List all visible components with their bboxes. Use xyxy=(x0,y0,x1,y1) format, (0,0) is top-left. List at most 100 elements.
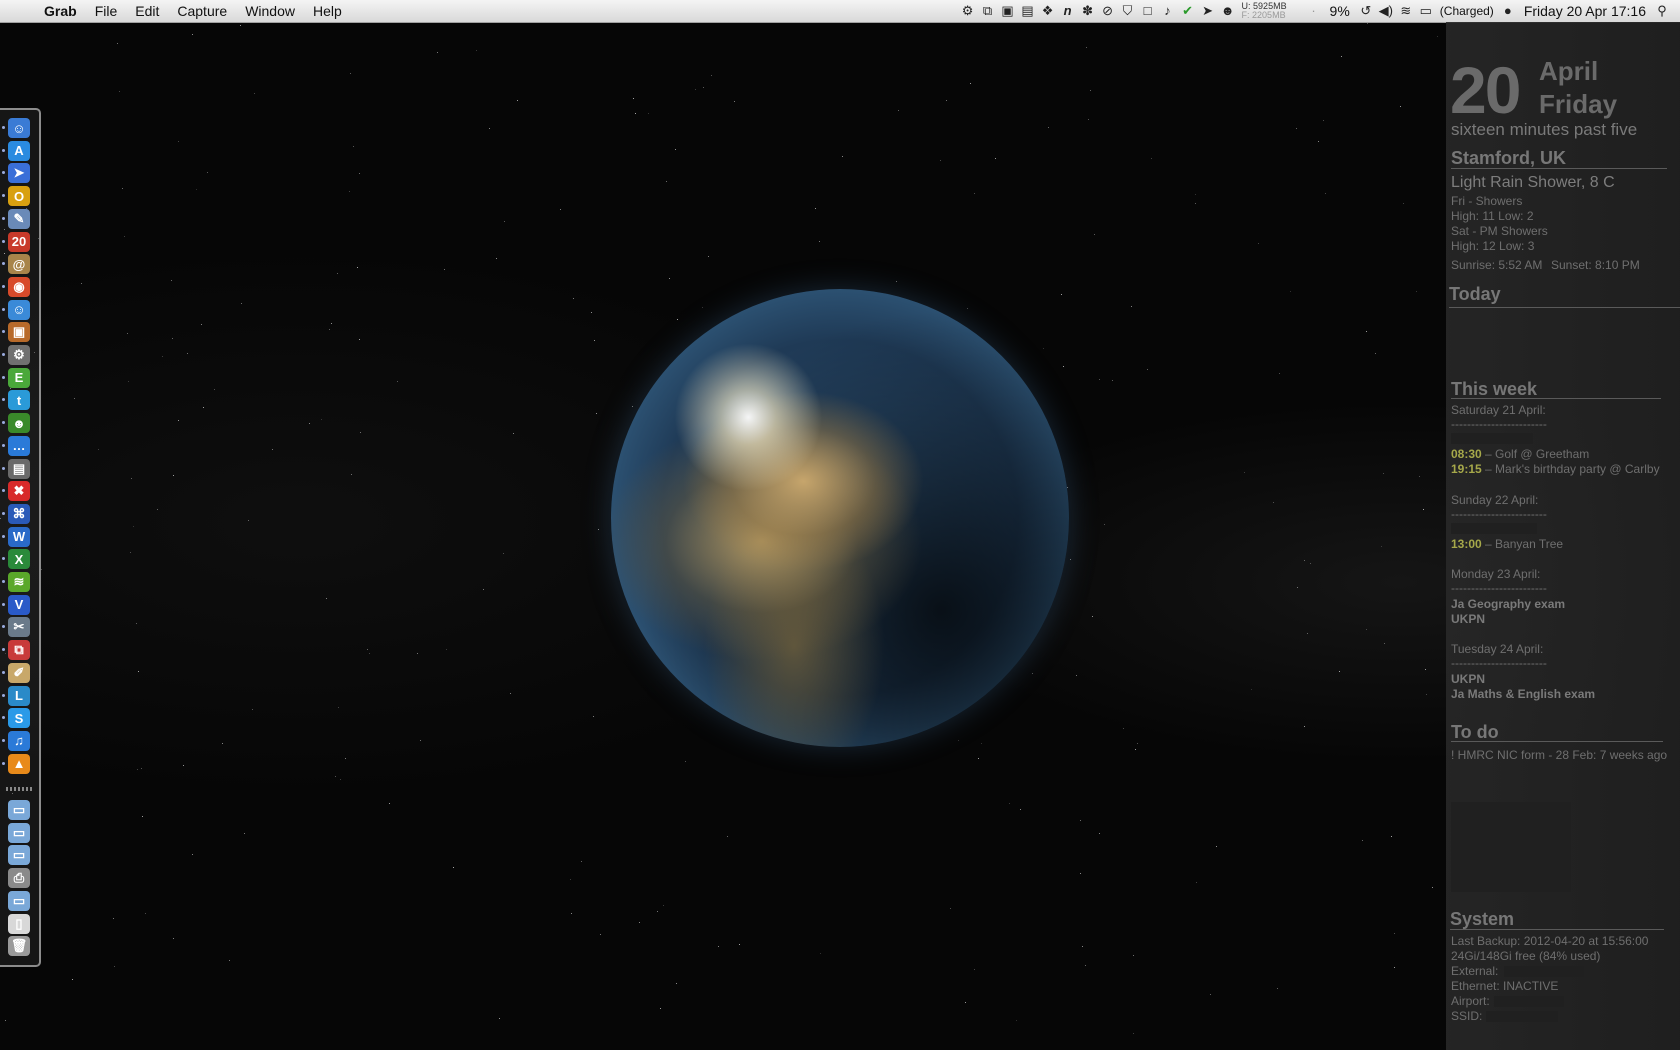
all-day-event: UKPN xyxy=(1451,672,1486,686)
shield-icon[interactable]: ⛉ xyxy=(1118,0,1138,22)
star-dot xyxy=(734,101,735,102)
menu-window[interactable]: Window xyxy=(236,0,304,22)
spotify-icon[interactable]: ≋ xyxy=(8,572,30,592)
word-icon[interactable]: W xyxy=(8,526,30,547)
folder-icon[interactable]: ▭ xyxy=(8,800,30,820)
star-dot xyxy=(1304,726,1305,727)
star-dot xyxy=(1362,840,1363,841)
menu-edit[interactable]: Edit xyxy=(126,0,168,22)
folder-icon[interactable]: ▭ xyxy=(8,822,30,843)
star-dot xyxy=(1123,728,1124,729)
block-icon[interactable]: ⊘ xyxy=(1098,0,1118,22)
finder-icon[interactable]: ☺ xyxy=(8,118,30,138)
xmind-icon[interactable]: ✖ xyxy=(8,481,30,502)
star-dot xyxy=(252,709,253,710)
chat-icon[interactable]: … xyxy=(8,435,30,456)
running-indicator xyxy=(2,580,5,583)
preview-icon[interactable]: ✎ xyxy=(8,208,30,229)
twitter-icon[interactable]: t xyxy=(8,390,30,411)
user-icon[interactable]: ● xyxy=(1498,0,1518,22)
volume-icon[interactable]: ◀) xyxy=(1376,0,1396,22)
dropbox-icon[interactable]: ❖ xyxy=(1038,0,1058,22)
time-machine-icon[interactable]: ↺ xyxy=(1356,0,1376,22)
star-dot xyxy=(201,324,202,325)
gear-icon[interactable]: ⚙ xyxy=(958,0,978,22)
chrome-icon[interactable]: ◉ xyxy=(8,276,30,297)
star-dot xyxy=(666,181,667,182)
wifi-icon[interactable]: ≋ xyxy=(1396,0,1416,22)
app-menu-grab[interactable]: Grab xyxy=(40,0,86,22)
star-dot xyxy=(1341,56,1342,57)
printer-icon[interactable]: ⎙ xyxy=(8,868,30,889)
excel-icon[interactable]: X xyxy=(8,549,30,570)
running-indicator xyxy=(2,239,5,243)
image-tool-icon[interactable]: ▤ xyxy=(8,458,30,479)
messenger-icon[interactable]: ☺ xyxy=(8,299,30,320)
menu-capture[interactable]: Capture xyxy=(168,0,236,22)
notational-icon[interactable]: n xyxy=(1058,0,1078,22)
date-month: April xyxy=(1539,56,1599,86)
folder-icon[interactable]: ▭ xyxy=(8,845,30,866)
address-book-icon[interactable]: @ xyxy=(8,254,30,275)
paw-icon[interactable]: ✽ xyxy=(1078,0,1098,22)
week-day-label: Tuesday 24 April: xyxy=(1451,642,1544,656)
star-dot xyxy=(241,303,242,304)
music-icon[interactable]: ♪ xyxy=(1158,0,1178,22)
menu-file[interactable]: File xyxy=(86,0,127,22)
calendar-icon[interactable]: 20 xyxy=(8,231,30,252)
network-icon[interactable]: ⌘ xyxy=(8,503,30,524)
star-dot xyxy=(1094,234,1095,235)
square-icon[interactable]: □ xyxy=(1138,0,1158,22)
utility-icon[interactable]: ⚙ xyxy=(8,345,30,365)
screenshot-icon[interactable]: ⧉ xyxy=(978,0,998,22)
memory-readout[interactable]: U: 5925MB F: 2205MB xyxy=(1238,2,1304,20)
cursor-icon[interactable]: ➤ xyxy=(1198,0,1218,22)
parallels-icon[interactable]: ⧉ xyxy=(8,640,30,661)
star-dot xyxy=(1403,203,1404,204)
star-dot xyxy=(309,423,310,424)
star-dot xyxy=(708,256,709,257)
menubar-clock[interactable]: Friday 20 Apr 17:16 xyxy=(1518,0,1652,22)
monitor-icon[interactable]: ☻ xyxy=(1218,0,1238,22)
menu-help[interactable]: Help xyxy=(304,0,351,22)
star-dot xyxy=(702,307,703,308)
cpu-percent[interactable]: 9% xyxy=(1324,0,1356,22)
star-dot xyxy=(1400,106,1401,107)
app-store-icon[interactable]: A xyxy=(8,140,30,161)
evernote-icon[interactable]: E xyxy=(8,367,30,388)
skype-icon[interactable]: S xyxy=(8,708,30,729)
folder-icon[interactable]: ▭ xyxy=(8,890,30,911)
star-dot xyxy=(1067,487,1068,488)
battery-status[interactable]: (Charged) xyxy=(1436,0,1498,22)
window-icon[interactable]: ▣ xyxy=(998,0,1018,22)
adium-icon[interactable]: ☻ xyxy=(8,413,30,434)
document-icon[interactable]: ▯ xyxy=(8,913,30,934)
check-icon[interactable]: ✔ xyxy=(1178,0,1198,22)
textedit-icon[interactable]: ✐ xyxy=(8,662,30,683)
battery-icon[interactable]: ▭ xyxy=(1416,0,1436,22)
time-in-words: sixteen minutes past five xyxy=(1451,120,1638,139)
vlc-icon[interactable]: ▲ xyxy=(8,753,30,774)
star-dot xyxy=(898,110,899,111)
star-dot xyxy=(981,743,982,744)
visio-icon[interactable]: V xyxy=(8,594,30,615)
spotlight-search-icon[interactable]: ⚲ xyxy=(1652,0,1680,22)
week-heading: This week xyxy=(1451,379,1538,399)
star-dot xyxy=(974,969,975,970)
dock-separator[interactable] xyxy=(6,787,34,791)
star-dot xyxy=(1195,203,1196,204)
trash-icon[interactable]: 🗑 xyxy=(8,936,30,957)
star-dot xyxy=(1273,502,1274,503)
opera-icon[interactable]: O xyxy=(8,186,30,207)
photos-icon[interactable]: ▣ xyxy=(8,322,30,343)
star-dot xyxy=(517,100,518,101)
grab-icon[interactable]: ✂ xyxy=(8,617,30,638)
itunes-icon[interactable]: ♫ xyxy=(8,730,30,751)
running-indicator xyxy=(2,421,5,425)
send-icon[interactable]: ➤ xyxy=(8,163,30,184)
star-dot xyxy=(970,83,971,84)
star-dot xyxy=(222,743,223,744)
lync-icon[interactable]: L xyxy=(8,685,30,706)
terminal-icon[interactable]: ▤ xyxy=(1018,0,1038,22)
star-dot xyxy=(1104,524,1105,525)
